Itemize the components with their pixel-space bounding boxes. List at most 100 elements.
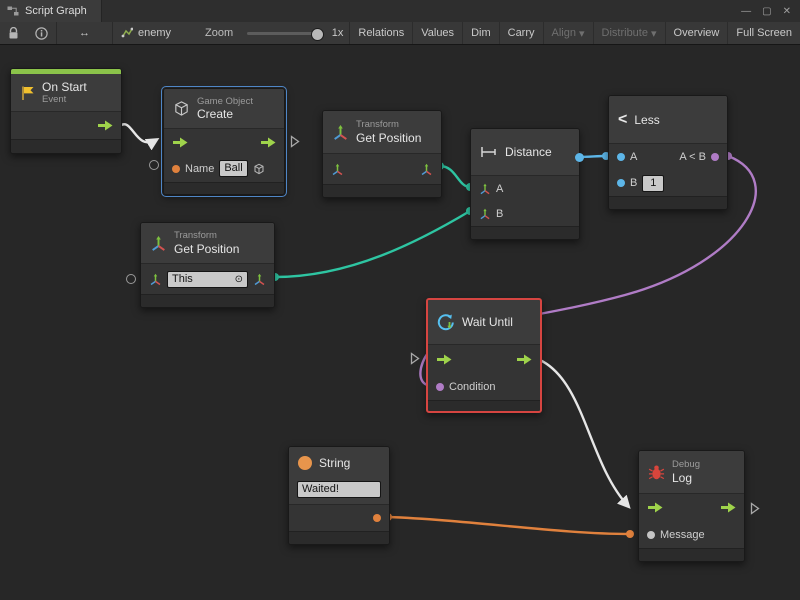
flow-input-port[interactable] bbox=[436, 354, 452, 365]
edge-getposition2-to-distance-b[interactable] bbox=[275, 211, 470, 277]
graph-name-button[interactable]: enemy bbox=[113, 22, 179, 44]
close-icon[interactable]: ✕ bbox=[783, 6, 791, 17]
node-title: Less bbox=[634, 113, 659, 127]
node-string[interactable]: String Waited! bbox=[288, 446, 390, 545]
node-footer bbox=[639, 548, 744, 561]
flow-input-port[interactable] bbox=[172, 137, 188, 148]
minimize-icon[interactable]: — bbox=[741, 6, 751, 17]
node-footer bbox=[609, 196, 727, 209]
object-picker-cube-icon[interactable] bbox=[253, 163, 265, 175]
flow-output-port[interactable] bbox=[260, 137, 276, 148]
carry-button[interactable]: Carry bbox=[500, 22, 544, 44]
message-input-port[interactable] bbox=[647, 531, 655, 539]
lock-icon[interactable] bbox=[0, 22, 27, 44]
name-input-port[interactable] bbox=[172, 165, 180, 173]
vector-output-port[interactable] bbox=[253, 273, 266, 286]
name-field[interactable]: Ball bbox=[219, 160, 247, 177]
target-field[interactable]: This ⊙ bbox=[167, 271, 248, 288]
port-label: Name bbox=[185, 163, 214, 175]
b-value-field[interactable]: 1 bbox=[642, 175, 664, 192]
node-category: Game Object bbox=[197, 96, 253, 107]
edge-string-to-log-message[interactable] bbox=[388, 517, 630, 534]
overview-button[interactable]: Overview bbox=[666, 22, 729, 44]
node-title: Log bbox=[672, 471, 700, 485]
port-label: Condition bbox=[449, 381, 495, 393]
node-wait-until[interactable]: Wait Until Condition bbox=[426, 298, 542, 413]
transform-input-port[interactable] bbox=[149, 273, 162, 286]
chevron-down-icon: ▾ bbox=[579, 27, 585, 40]
flag-icon bbox=[20, 85, 35, 101]
input-port-b[interactable] bbox=[617, 179, 625, 187]
bug-icon bbox=[648, 464, 665, 481]
node-debug-log[interactable]: Debug Log Message bbox=[638, 450, 745, 562]
input-port-a[interactable] bbox=[617, 153, 625, 161]
graph-canvas[interactable]: On Start Event Game Object Create bbox=[0, 44, 800, 600]
node-game-object-create[interactable]: Game Object Create Name Ball bbox=[163, 88, 285, 195]
string-value-field[interactable]: Waited! bbox=[297, 481, 381, 498]
self-indicator-circle[interactable] bbox=[126, 274, 136, 284]
unconnected-flow-triangle[interactable] bbox=[750, 502, 760, 515]
node-footer bbox=[471, 226, 579, 239]
port-label: B bbox=[496, 208, 503, 220]
tab-script-graph[interactable]: Script Graph bbox=[0, 0, 102, 22]
wait-clock-icon bbox=[437, 313, 455, 331]
unconnected-flow-triangle[interactable] bbox=[290, 135, 300, 148]
vector-output-port[interactable] bbox=[420, 163, 433, 176]
port-label: A bbox=[630, 151, 637, 163]
unconnected-flow-triangle[interactable] bbox=[410, 352, 420, 365]
zoom-slider-knob[interactable] bbox=[311, 28, 324, 41]
maximize-icon[interactable]: ▢ bbox=[762, 6, 771, 17]
flow-output-port[interactable] bbox=[720, 502, 736, 513]
node-footer bbox=[141, 294, 274, 307]
node-title: On Start bbox=[42, 80, 87, 94]
number-output-port[interactable] bbox=[575, 153, 584, 162]
distance-icon bbox=[480, 146, 498, 158]
target-picker-icon[interactable]: ⊙ bbox=[235, 272, 243, 287]
node-footer bbox=[289, 531, 389, 544]
flow-output-port[interactable] bbox=[97, 120, 113, 131]
vector-input-port-a[interactable] bbox=[479, 183, 491, 195]
script-graph-tab-icon bbox=[7, 5, 19, 17]
result-label: A < B bbox=[679, 151, 706, 163]
node-category: Debug bbox=[672, 459, 700, 470]
node-title: Get Position bbox=[356, 131, 421, 145]
node-get-position-top[interactable]: Transform Get Position bbox=[322, 110, 442, 198]
flow-output-port[interactable] bbox=[516, 354, 532, 365]
expand-icon[interactable]: ↔ bbox=[57, 22, 112, 44]
port-label: Message bbox=[660, 529, 705, 541]
transform-input-port[interactable] bbox=[331, 163, 344, 176]
node-distance[interactable]: Distance A B bbox=[470, 128, 580, 240]
transform-icon bbox=[332, 124, 349, 141]
node-on-start-event[interactable]: On Start Event bbox=[10, 68, 122, 154]
node-less[interactable]: < Less A A < B B 1 bbox=[608, 95, 728, 210]
node-title: Distance bbox=[505, 145, 552, 159]
window-title: Script Graph bbox=[25, 5, 87, 17]
graph-toolbar: ↔ enemy Zoom 1x Relations Values Dim Car… bbox=[0, 22, 800, 45]
edge-getposition1-to-distance-a[interactable] bbox=[440, 166, 470, 187]
relations-button[interactable]: Relations bbox=[350, 22, 413, 44]
flow-input-port[interactable] bbox=[647, 502, 663, 513]
vector-input-port-b[interactable] bbox=[479, 208, 491, 220]
node-title: Wait Until bbox=[462, 315, 513, 329]
self-indicator-circle[interactable] bbox=[149, 160, 159, 170]
string-output-port[interactable] bbox=[373, 514, 381, 522]
string-icon bbox=[298, 456, 312, 470]
align-dropdown[interactable]: Align ▾ bbox=[544, 22, 594, 44]
window-titlebar: Script Graph — ▢ ✕ bbox=[0, 0, 800, 23]
edge-start-to-create[interactable] bbox=[120, 124, 156, 142]
node-subtitle: Event bbox=[42, 94, 87, 105]
values-button[interactable]: Values bbox=[413, 22, 463, 44]
port-label: A bbox=[496, 183, 503, 195]
graph-icon bbox=[121, 27, 133, 39]
info-icon[interactable] bbox=[27, 22, 56, 44]
dim-button[interactable]: Dim bbox=[463, 22, 500, 44]
node-get-position-left[interactable]: Transform Get Position This ⊙ bbox=[140, 222, 275, 308]
full-screen-button[interactable]: Full Screen bbox=[728, 22, 800, 44]
bool-output-port[interactable] bbox=[711, 153, 719, 161]
zoom-slider[interactable] bbox=[247, 32, 320, 35]
cube-icon bbox=[173, 100, 190, 117]
distribute-dropdown[interactable]: Distribute ▾ bbox=[594, 22, 666, 44]
node-footer bbox=[11, 139, 121, 153]
edge-waituntil-to-log[interactable] bbox=[540, 360, 628, 506]
condition-input-port[interactable] bbox=[436, 383, 444, 391]
